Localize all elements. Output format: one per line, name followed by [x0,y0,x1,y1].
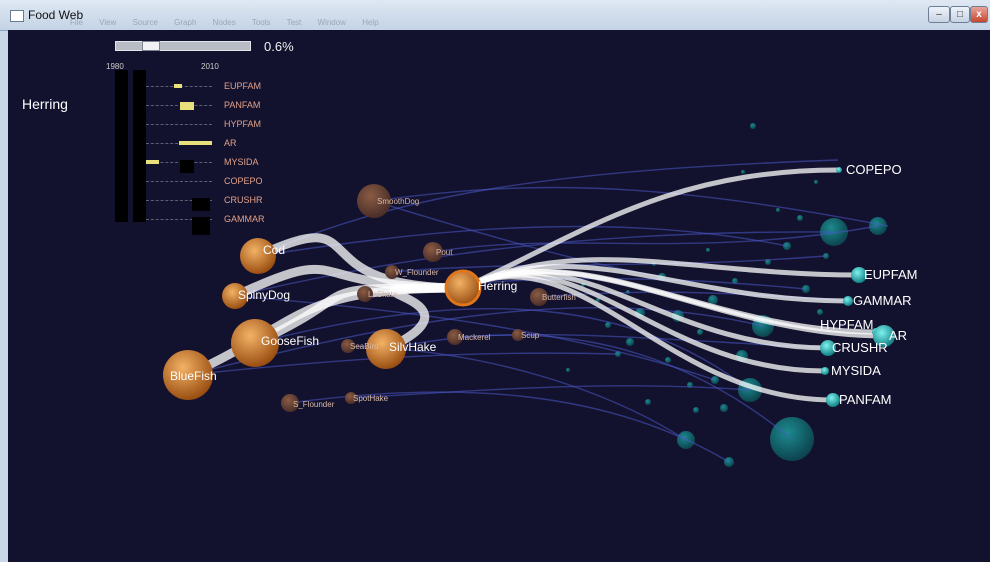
species-label: PANFAM [839,392,892,407]
prey-biomass-block [180,160,194,173]
background-node [665,357,671,363]
species-label: SilvHake [389,340,437,354]
prey-timeline-baseline [146,124,212,125]
prey-label: AR [224,138,237,148]
prey-timeline-baseline [146,105,212,106]
menu-item-window[interactable]: Window [318,18,346,27]
background-node [814,180,818,184]
background-node [645,399,651,405]
prey-label: PANFAM [224,100,261,110]
menu-bar: File View Source Graph Nodes Tools Test … [70,18,393,27]
species-label: EUPFAM [864,267,917,282]
species-label: GAMMAR [853,293,912,308]
menu-item-help[interactable]: Help [362,18,378,27]
species-label: SmoothDog [377,197,419,206]
timeline-slider-thumb[interactable] [142,41,160,51]
species-label: GooseFish [261,334,319,348]
background-node [797,215,803,221]
background-link [385,334,793,440]
prey-presence-bar [146,160,160,164]
maximize-button[interactable]: □ [950,6,970,23]
background-node [566,368,570,372]
species-node[interactable] [836,167,842,173]
year-end-label: 2010 [201,62,219,71]
species-node[interactable] [821,367,829,375]
close-button[interactable]: x [970,6,988,23]
background-node [706,248,710,252]
species-label: Cod [263,243,285,257]
food-web-graph[interactable]: Herring Cod SpinyDog GooseFish BlueFish SilvH… [8,30,990,562]
menu-item-view[interactable]: View [99,18,116,27]
timeline-value: 0.6% [264,39,294,54]
species-node[interactable] [843,296,853,306]
food-web-canvas[interactable]: Herring Cod SpinyDog GooseFish BlueFish SilvH… [8,30,990,562]
species-label: SpinyDog [238,288,290,302]
background-node [720,404,728,412]
background-node [750,123,756,129]
species-label: Herring [478,279,517,293]
prey-label: GAMMAR [224,214,265,224]
prey-presence-bar [180,102,194,110]
app-window: Food Web File View Source Graph Nodes To… [0,0,990,562]
species-label: LoSkate [368,290,398,299]
prey-presence-bar [173,84,182,88]
title-bar[interactable]: Food Web File View Source Graph Nodes To… [0,0,990,31]
prey-label: MYSIDA [224,157,259,167]
prey-label: COPEPO [224,176,263,186]
species-label: CRUSHR [832,340,888,355]
species-label: BlueFish [170,369,217,383]
species-label: S_Flounder [293,400,335,409]
species-label: Scup [521,331,540,340]
species-node[interactable] [444,269,482,307]
species-label: AR [889,328,907,343]
menu-item-file[interactable]: File [70,18,83,27]
background-node [626,338,634,346]
prey-biomass-block [192,217,210,235]
species-label: Butterfish [542,293,576,302]
diet-column-total [115,70,128,222]
prey-label: CRUSHR [224,195,263,205]
menu-item-source[interactable]: Source [133,18,158,27]
selected-species-title: Herring [22,96,68,112]
species-label: SeaBird [350,342,378,351]
species-label: HYPFAM [820,317,873,332]
species-label: Pout [436,248,453,257]
background-node [693,407,699,413]
app-icon [10,10,24,22]
menu-item-nodes[interactable]: Nodes [213,18,236,27]
minimize-button[interactable]: – [928,6,950,23]
species-label: MYSIDA [831,363,881,378]
prey-biomass-block [192,198,210,211]
timeline-slider[interactable] [115,41,251,51]
background-node [776,208,780,212]
prey-presence-bar [179,141,212,145]
background-node [697,329,703,335]
background-node [817,309,823,315]
menu-item-graph[interactable]: Graph [174,18,196,27]
menu-item-tools[interactable]: Tools [252,18,271,27]
background-links [187,159,889,463]
species-label: SpotHake [353,394,389,403]
prey-timeline-baseline [146,181,212,182]
menu-item-test[interactable]: Test [287,18,302,27]
species-node[interactable] [826,393,840,407]
diet-column-sampled [133,70,146,222]
species-label: COPEPO [846,162,902,177]
prey-label: EUPFAM [224,81,262,91]
species-label: W_Flounder [395,268,439,277]
prey-label: HYPFAM [224,119,262,129]
background-node [741,170,745,174]
species-label: Mackerel [458,333,491,342]
